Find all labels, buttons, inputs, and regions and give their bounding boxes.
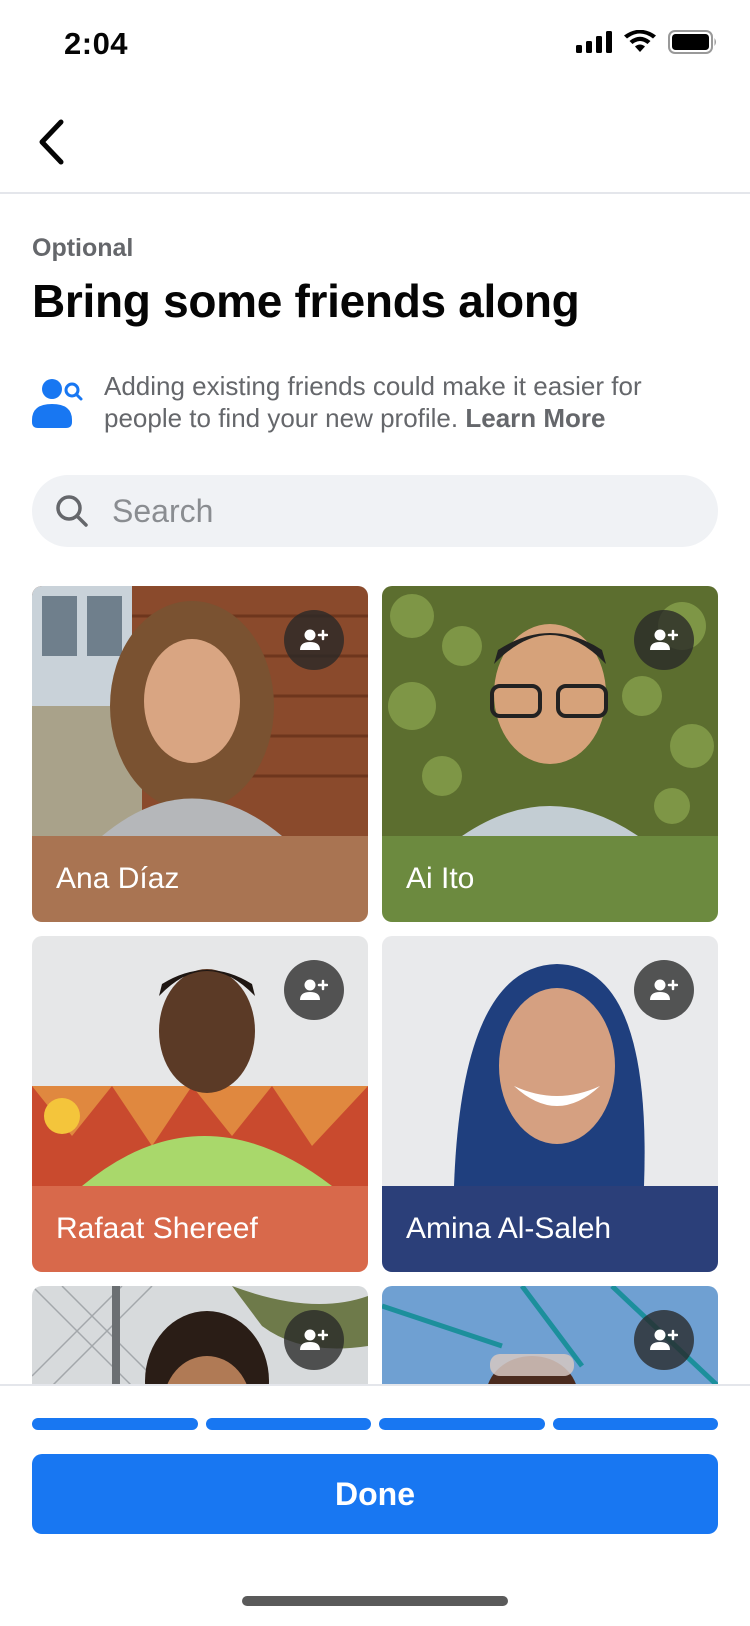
info-row: Adding existing friends could make it ea… [32, 370, 722, 440]
progress-step [552, 1418, 718, 1430]
add-friend-icon [300, 1329, 328, 1350]
learn-more-link[interactable]: Learn More [465, 403, 605, 433]
add-friend-icon [650, 1329, 678, 1350]
add-friend-button[interactable] [634, 1310, 694, 1370]
status-bar: 2:04 [0, 0, 750, 92]
progress-step [379, 1418, 545, 1430]
back-chevron-icon [39, 119, 64, 165]
add-friend-icon [300, 979, 328, 1000]
progress-step [32, 1418, 198, 1430]
progress-indicator [32, 1418, 718, 1430]
battery-icon [668, 30, 716, 54]
search-icon [56, 495, 88, 527]
add-friend-button[interactable] [284, 1310, 344, 1370]
home-indicator [242, 1596, 508, 1606]
signal-icon [576, 31, 612, 53]
info-text: Adding existing friends could make it ea… [104, 370, 724, 434]
progress-step [205, 1418, 371, 1430]
add-friend-button[interactable] [634, 960, 694, 1020]
friend-card[interactable]: Ai Ito [382, 586, 718, 922]
add-friend-button[interactable] [284, 610, 344, 670]
friend-card[interactable] [382, 1286, 718, 1386]
eyebrow-label: Optional [32, 234, 134, 262]
friend-name: Rafaat Shereef [56, 1212, 258, 1245]
friend-card[interactable] [32, 1286, 368, 1386]
page-title: Bring some friends along [32, 275, 580, 327]
friends-grid: Ana Díaz Ai Ito Rafaat Shereef Amina Al-… [32, 586, 718, 1386]
wifi-icon [624, 30, 656, 52]
bottom-bar: Done [0, 1384, 750, 1626]
search-input[interactable] [112, 475, 692, 547]
friend-card[interactable]: Amina Al-Saleh [382, 936, 718, 1272]
friend-name: Ana Díaz [56, 862, 180, 895]
friend-card[interactable]: Ana Díaz [32, 586, 368, 922]
friend-name: Ai Ito [406, 862, 475, 895]
status-time: 2:04 [64, 26, 129, 61]
people-search-icon [32, 379, 83, 428]
friend-name: Amina Al-Saleh [406, 1212, 612, 1245]
done-button[interactable]: Done [32, 1454, 718, 1534]
add-friend-button[interactable] [284, 960, 344, 1020]
friend-card[interactable]: Rafaat Shereef [32, 936, 368, 1272]
status-icons [576, 30, 718, 54]
back-button[interactable] [22, 112, 82, 172]
add-friend-icon [300, 629, 328, 650]
search-bar[interactable] [32, 475, 718, 547]
add-friend-icon [650, 629, 678, 650]
add-friend-button[interactable] [634, 610, 694, 670]
add-friend-icon [650, 979, 678, 1000]
navigation-bar [0, 92, 750, 194]
